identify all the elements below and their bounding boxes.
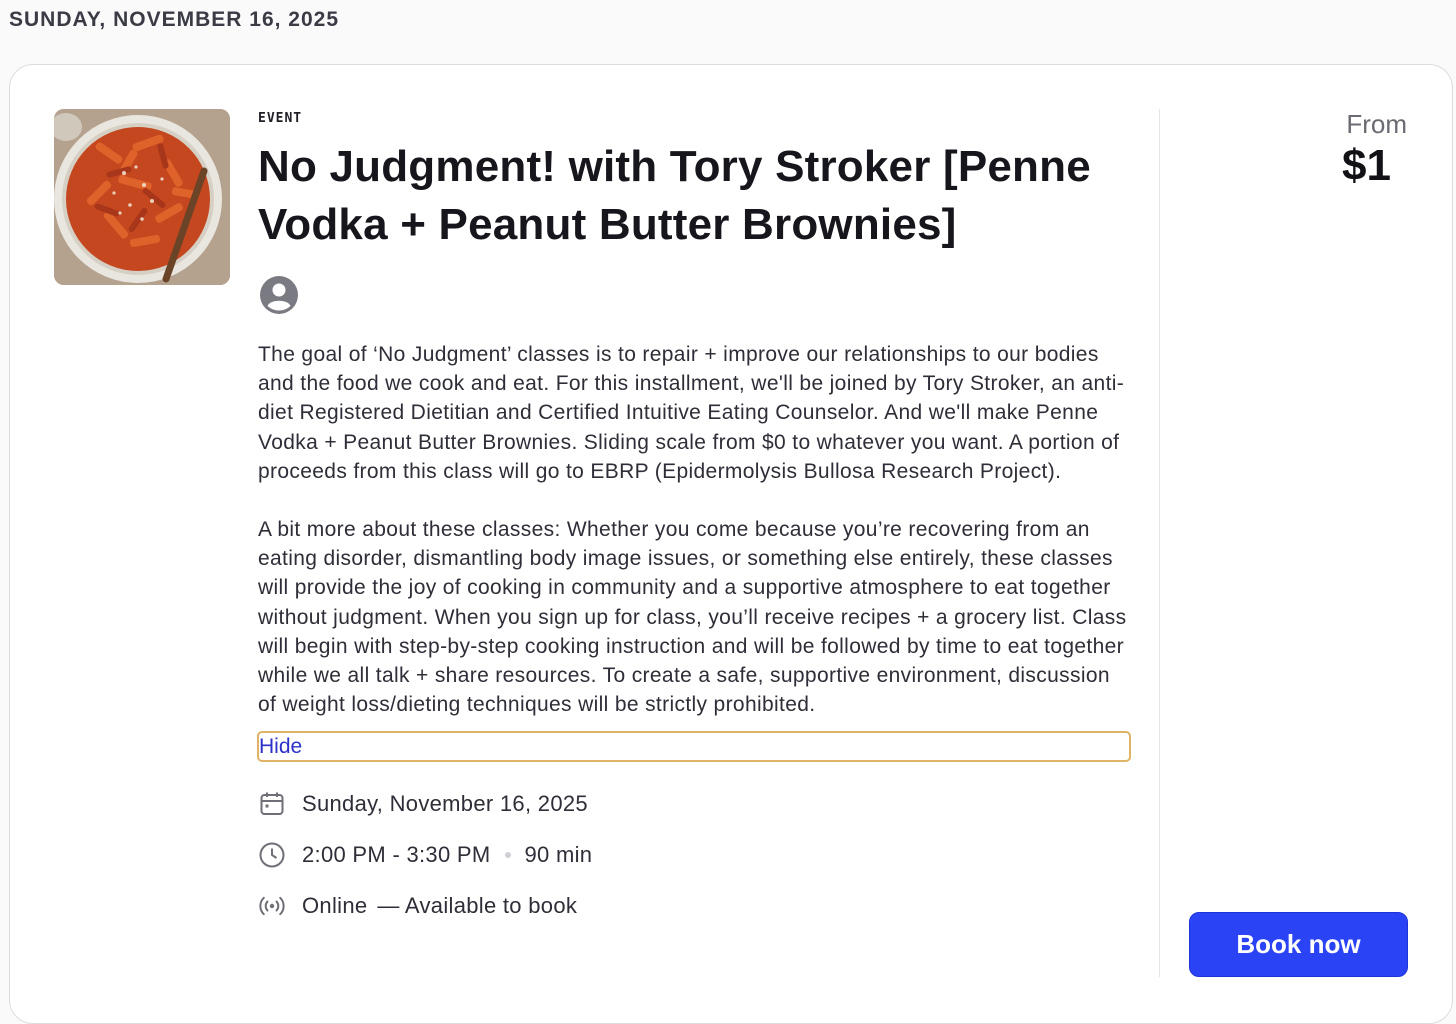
event-type-label: EVENT bbox=[258, 111, 303, 126]
event-date-row: Sunday, November 16, 2025 bbox=[258, 790, 1134, 818]
event-thumbnail[interactable] bbox=[54, 109, 230, 285]
book-now-button[interactable]: Book now bbox=[1189, 912, 1408, 977]
price-value: $1 bbox=[1342, 141, 1391, 190]
calendar-icon bbox=[258, 790, 286, 818]
user-avatar-icon[interactable] bbox=[258, 274, 300, 316]
event-title[interactable]: No Judgment! with Tory Stroker [Penne Vo… bbox=[258, 138, 1134, 254]
description-paragraph: A bit more about these classes: Whether … bbox=[258, 518, 1127, 717]
column-divider bbox=[1159, 109, 1160, 977]
event-availability: — Available to book bbox=[377, 893, 578, 919]
description-paragraph: The goal of ‘No Judgment’ classes is to … bbox=[258, 343, 1125, 483]
event-location-row: Online — Available to book bbox=[258, 892, 1134, 920]
hide-description-link[interactable]: Hide bbox=[257, 731, 1131, 763]
event-date: Sunday, November 16, 2025 bbox=[302, 791, 588, 817]
event-description: The goal of ‘No Judgment’ classes is to … bbox=[258, 340, 1134, 719]
price-from-label: From bbox=[1346, 109, 1407, 139]
date-header: SUNDAY, NOVEMBER 16, 2025 bbox=[9, 8, 340, 31]
event-card: EVENT No Judgment! with Tory Stroker [Pe… bbox=[9, 64, 1453, 1024]
clock-icon bbox=[258, 841, 286, 869]
penne-vodka-dish-image bbox=[54, 109, 230, 285]
event-time-row: 2:00 PM - 3:30 PM 90 min bbox=[258, 841, 1134, 869]
broadcast-icon bbox=[258, 892, 286, 920]
separator-dot bbox=[504, 852, 511, 859]
event-location: Online bbox=[302, 893, 368, 919]
event-duration: 90 min bbox=[524, 842, 593, 868]
event-time: 2:00 PM - 3:30 PM bbox=[302, 842, 491, 868]
event-content: EVENT No Judgment! with Tory Stroker [Pe… bbox=[257, 111, 1134, 920]
